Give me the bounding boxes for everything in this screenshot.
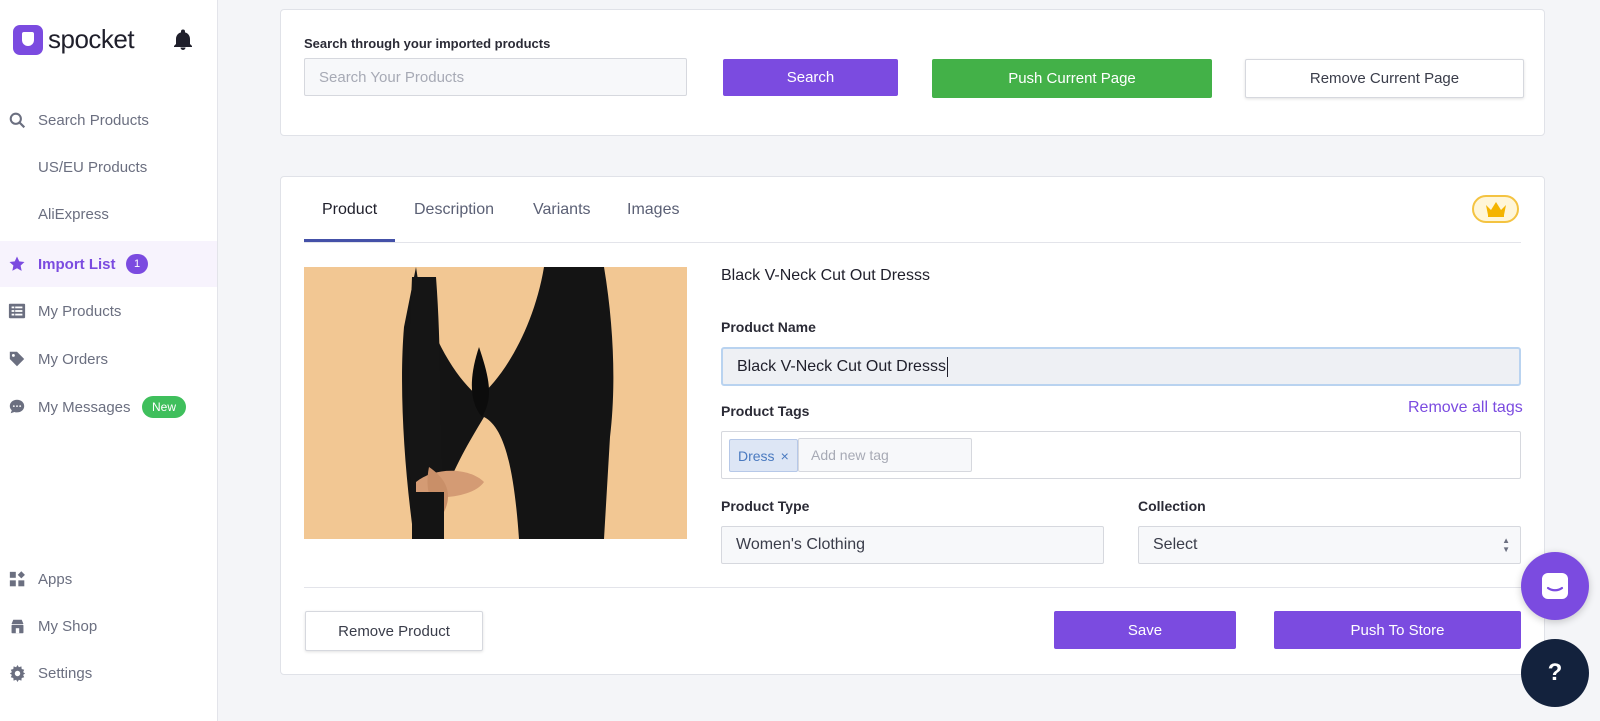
tab-description[interactable]: Description (414, 177, 494, 243)
search-label: Search through your imported products (304, 36, 551, 51)
add-tag-input[interactable]: Add new tag (798, 438, 972, 472)
remove-tag-icon[interactable]: × (781, 448, 789, 464)
sidebar-item-apps[interactable]: Apps (0, 556, 217, 602)
import-count-badge: 1 (126, 254, 148, 274)
footer-divider (304, 587, 1521, 588)
sidebar-item-us-eu-products[interactable]: US/EU Products (0, 144, 217, 190)
notification-bell-icon[interactable] (171, 28, 195, 52)
apps-icon (8, 570, 26, 588)
product-name-value: Black V-Neck Cut Out Dresss (737, 357, 946, 375)
list-icon (8, 302, 26, 320)
gear-icon (8, 664, 26, 682)
product-type-input[interactable]: Women's Clothing (721, 526, 1104, 564)
sidebar-item-settings[interactable]: Settings (0, 650, 217, 696)
product-editor: Product Description Variants Images Blac… (280, 176, 1545, 675)
shop-icon (8, 617, 26, 635)
tags-field[interactable]: Dress × Add new tag (721, 431, 1521, 479)
sidebar-item-my-products[interactable]: My Products (0, 288, 217, 334)
sidebar-item-aliexpress[interactable]: AliExpress (0, 191, 217, 237)
search-button[interactable]: Search (723, 59, 898, 96)
sidebar-item-label: AliExpress (38, 205, 109, 223)
sidebar-item-label: My Messages (38, 398, 131, 416)
chat-icon (8, 398, 26, 416)
help-button[interactable]: ? (1521, 639, 1589, 707)
search-icon (8, 111, 26, 129)
logo[interactable]: spocket (13, 24, 135, 55)
remove-all-tags-link[interactable]: Remove all tags (1408, 399, 1523, 417)
tab-product[interactable]: Product (322, 177, 377, 243)
premium-crown-icon[interactable] (1472, 195, 1519, 223)
sidebar-item-label: Import List (38, 255, 116, 273)
remove-current-page-button[interactable]: Remove Current Page (1245, 59, 1524, 98)
push-current-page-button[interactable]: Push Current Page (932, 59, 1212, 98)
tag-icon (8, 350, 26, 368)
sidebar: spocket Search Products US/EU Products A… (0, 0, 218, 721)
product-name-label: Product Name (721, 319, 816, 335)
product-name-input[interactable]: Black V-Neck Cut Out Dresss (721, 347, 1521, 386)
product-tags-label: Product Tags (721, 403, 810, 419)
collection-value: Select (1153, 536, 1198, 553)
sidebar-item-label: Settings (38, 664, 93, 682)
new-badge: New (142, 396, 187, 418)
sidebar-item-label: My Orders (38, 350, 109, 368)
sidebar-item-label: My Shop (38, 617, 98, 635)
sidebar-item-import-list[interactable]: Import List 1 (0, 241, 217, 287)
sidebar-item-label: My Products (38, 302, 122, 320)
search-input[interactable]: Search Your Products (304, 58, 687, 96)
sidebar-item-my-shop[interactable]: My Shop (0, 603, 217, 649)
tag-chip: Dress × (729, 439, 798, 472)
sidebar-item-search-products[interactable]: Search Products (0, 97, 217, 143)
sidebar-item-label: Apps (38, 570, 73, 588)
sidebar-item-label: Search Products (38, 111, 149, 129)
select-arrows-icon: ▲ ▼ (1502, 536, 1510, 554)
sidebar-item-my-messages[interactable]: My Messages New (0, 384, 217, 430)
remove-product-button[interactable]: Remove Product (305, 611, 483, 651)
tab-images[interactable]: Images (627, 177, 679, 243)
chat-widget-button[interactable] (1521, 552, 1589, 620)
sidebar-item-label: US/EU Products (38, 158, 148, 176)
tab-divider (304, 242, 1521, 243)
sidebar-item-my-orders[interactable]: My Orders (0, 336, 217, 382)
logo-icon (13, 24, 43, 55)
save-button[interactable]: Save (1054, 611, 1236, 649)
product-image (304, 267, 687, 539)
logo-text: spocket (48, 24, 135, 54)
tab-variants[interactable]: Variants (533, 177, 591, 243)
search-panel: Search through your imported products Se… (280, 9, 1545, 136)
collection-select[interactable]: Select ▲ ▼ (1138, 526, 1521, 564)
text-caret (946, 356, 948, 377)
product-title: Black V-Neck Cut Out Dresss (721, 267, 930, 284)
push-to-store-button[interactable]: Push To Store (1274, 611, 1521, 649)
chat-bubble-icon (1542, 573, 1568, 599)
star-icon (8, 255, 26, 273)
product-type-label: Product Type (721, 498, 810, 514)
collection-label: Collection (1138, 498, 1206, 514)
tag-label: Dress (738, 447, 775, 464)
